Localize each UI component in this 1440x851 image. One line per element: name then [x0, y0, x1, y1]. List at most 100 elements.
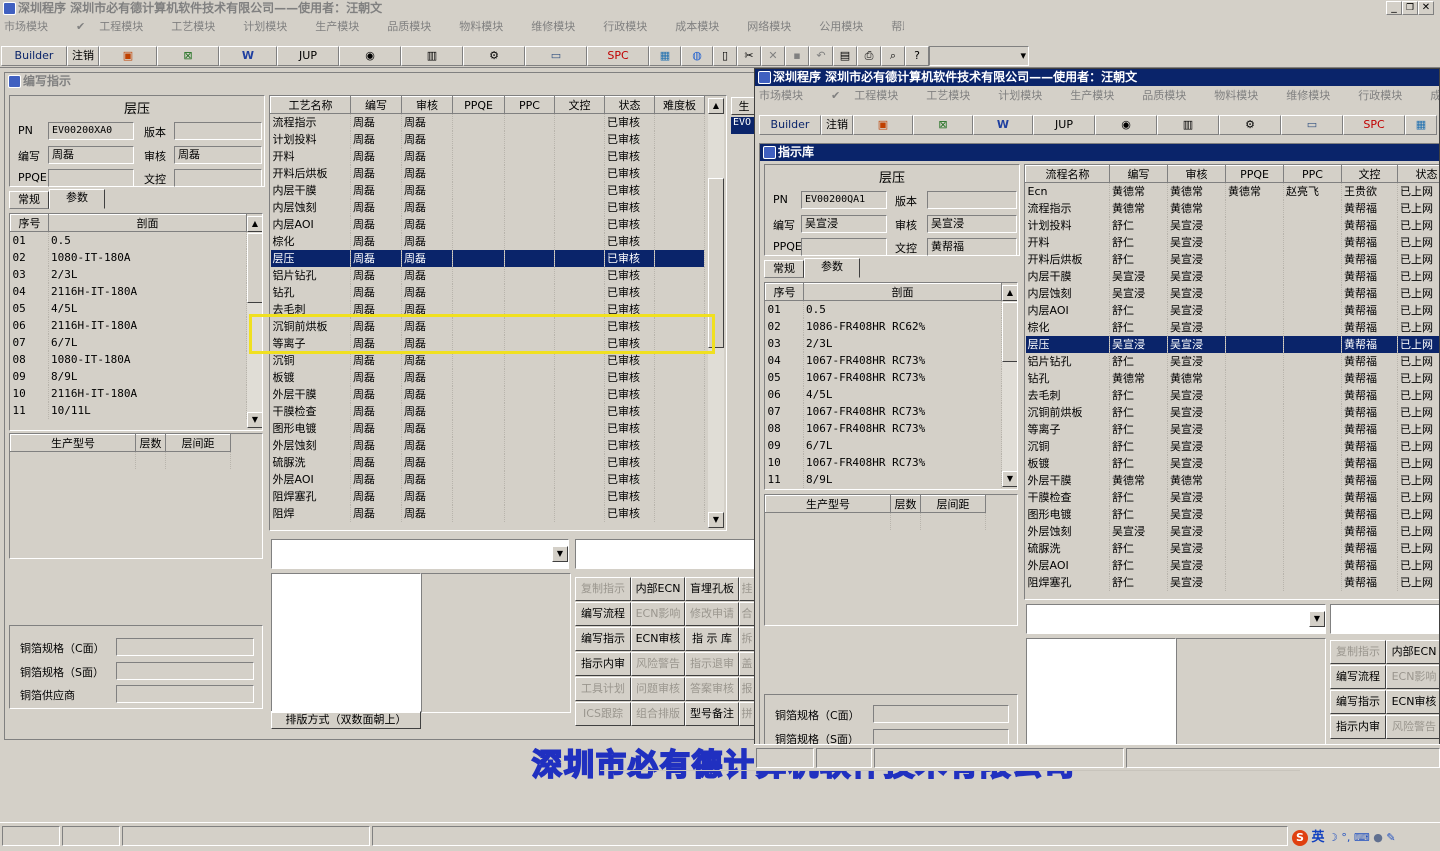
column-header[interactable]: 工艺名称 — [270, 96, 351, 114]
column-header[interactable]: 剖面 — [803, 283, 1002, 301]
table-row[interactable]: 外层干膜 黄德常 黄德常 黄帮福 已上网 — [1025, 471, 1439, 489]
action-button[interactable]: 修改申请 — [685, 602, 739, 626]
table-row[interactable]: 硫脲洗 周磊 周磊 已审核 — [270, 453, 705, 471]
menu-item[interactable]: 维修模块 — [531, 18, 589, 36]
table-row[interactable]: 09 8/9L — [10, 367, 247, 385]
table-row[interactable]: 内层AOI 舒仁 吴宣浸 黄帮福 已上网 — [1025, 301, 1439, 319]
table-row[interactable]: 阻焊塞孔 周磊 周磊 已审核 — [270, 487, 705, 505]
audit-field[interactable]: 吴宣浸 — [927, 215, 1017, 233]
action-button[interactable]: 编写流程 — [1330, 665, 1386, 689]
column-header[interactable]: 序号 — [10, 214, 49, 232]
find-icon[interactable]: ⌕ — [881, 46, 905, 66]
globe-icon[interactable]: ◍ — [681, 46, 713, 66]
table-row[interactable]: 开料后烘板 周磊 周磊 已审核 — [270, 164, 705, 182]
table-row[interactable]: 沉铜 舒仁 吴宣浸 黄帮福 已上网 — [1025, 437, 1439, 455]
action-button[interactable]: 组合排版 — [631, 702, 685, 726]
action-button[interactable]: 合 — [739, 602, 755, 626]
spc-button[interactable]: SPC — [1343, 115, 1405, 135]
table-row[interactable]: 01 0.5 — [10, 231, 247, 249]
copper-c-field[interactable] — [873, 705, 1009, 723]
logout-button[interactable]: 注销 — [821, 115, 853, 135]
pn-field[interactable]: EV00200QA1 — [801, 191, 887, 209]
action-button[interactable]: 指示内审 — [575, 652, 631, 676]
table-row[interactable]: 计划投料 周磊 周磊 已审核 — [270, 130, 705, 148]
logout-button[interactable]: 注销 — [67, 46, 99, 66]
table-row[interactable]: 内层AOI 周磊 周磊 已审核 — [270, 215, 705, 233]
table-row[interactable]: 内层蚀刻 周磊 周磊 已审核 — [270, 198, 705, 216]
menu-item[interactable]: 工艺模块 — [926, 87, 984, 105]
doc-control-field[interactable]: 黄帮福 — [927, 238, 1017, 256]
doc-control-field[interactable] — [174, 169, 262, 187]
action-button[interactable]: 风险警告 — [1386, 715, 1439, 739]
table-row[interactable]: 外层干膜 周磊 周磊 已审核 — [270, 385, 705, 403]
table-row[interactable]: 阻焊塞孔 舒仁 吴宣浸 黄帮福 已上网 — [1025, 573, 1439, 591]
table-row[interactable]: 09 6/7L — [765, 436, 1002, 454]
ppqe-field[interactable] — [801, 238, 887, 256]
table-row[interactable]: 外层AOI 舒仁 吴宣浸 黄帮福 已上网 — [1025, 556, 1439, 574]
table-row[interactable]: 板镀 周磊 周磊 已审核 — [270, 368, 705, 386]
menu-item[interactable]: 市场模块 — [4, 18, 62, 36]
spc-button[interactable]: SPC — [587, 46, 649, 66]
table-row[interactable]: 沉铜 周磊 周磊 已审核 — [270, 351, 705, 369]
table-row[interactable]: 铝片钻孔 舒仁 吴宣浸 黄帮福 已上网 — [1025, 352, 1439, 370]
table-row[interactable]: 干膜检查 周磊 周磊 已审核 — [270, 402, 705, 420]
database-icon[interactable]: ▥ — [401, 46, 463, 66]
print-icon[interactable]: ⎙ — [857, 46, 881, 66]
ppqe-field[interactable] — [48, 169, 134, 187]
action-button[interactable]: ECN影响 — [631, 602, 685, 626]
table-row[interactable]: 02 1080-IT-180A — [10, 248, 247, 266]
version-field[interactable] — [927, 191, 1017, 209]
table-row[interactable]: 沉铜前烘板 舒仁 吴宣浸 黄帮福 已上网 — [1025, 403, 1439, 421]
scroll-up-arrow[interactable]: ▲ — [1002, 285, 1017, 301]
moon-icon[interactable]: ☽ — [1328, 831, 1338, 844]
table-row[interactable]: 06 2116H-IT-180A — [10, 316, 247, 334]
column-header[interactable]: 难度板 — [654, 96, 705, 114]
scroll-down-arrow[interactable]: ▼ — [1002, 471, 1017, 487]
eye-icon[interactable]: ◉ — [1095, 115, 1157, 135]
table-row[interactable]: 硫脲洗 舒仁 吴宣浸 黄帮福 已上网 — [1025, 539, 1439, 557]
table-row[interactable]: 03 2/3L — [765, 334, 1002, 352]
sogou-icon[interactable]: S — [1292, 830, 1308, 846]
column-header[interactable]: 层数 — [135, 434, 166, 452]
table-row[interactable]: 图形电镀 周磊 周磊 已审核 — [270, 419, 705, 437]
undo-icon[interactable]: ↶ — [809, 46, 833, 66]
sort-mode-button[interactable]: 排版方式（双数面朝上） — [271, 711, 421, 729]
action-button[interactable]: 指示退审 — [685, 652, 739, 676]
column-header[interactable]: 剖面 — [48, 214, 247, 232]
menu-item[interactable]: 市场模块 — [759, 87, 817, 105]
table-row[interactable]: 01 0.5 — [765, 300, 1002, 318]
table-row[interactable]: 开料 舒仁 吴宣浸 黄帮福 已上网 — [1025, 233, 1439, 251]
table-row[interactable]: 02 1086-FR408HR RC62% — [765, 317, 1002, 335]
action-button[interactable]: 问题审核 — [631, 677, 685, 701]
action-button[interactable]: ECN审核 — [1386, 690, 1439, 714]
writer-field[interactable]: 吴宣浸 — [801, 215, 887, 233]
menu-item[interactable]: 成本模块 — [1430, 87, 1439, 105]
column-header[interactable]: 状态 — [604, 96, 655, 114]
table-row[interactable]: 内层蚀刻 吴宣浸 吴宣浸 黄帮福 已上网 — [1025, 284, 1439, 302]
computer-icon[interactable]: ▭ — [1281, 115, 1343, 135]
toolbar-combo[interactable]: ▾ — [929, 46, 1029, 66]
column-header[interactable]: 审核 — [401, 96, 453, 114]
menu-item[interactable]: 成本模块 — [675, 18, 733, 36]
jup-button[interactable]: JUP — [277, 46, 339, 66]
restore-button[interactable]: ❐ — [1402, 1, 1418, 15]
column-header[interactable]: 文控 — [1341, 165, 1398, 183]
excel-icon[interactable]: ⊠ — [157, 46, 219, 66]
combo-arrow[interactable]: ▼ — [552, 546, 568, 562]
action-button[interactable]: 工具计划 — [575, 677, 631, 701]
keyboard-icon[interactable]: ⌨ — [1354, 831, 1370, 844]
column-header[interactable]: 编写 — [350, 96, 402, 114]
layer-scrollbar[interactable]: ▲ ▼ — [1002, 285, 1017, 487]
menu-item[interactable]: 生产模块 — [1070, 87, 1128, 105]
library-combo[interactable]: ▼ — [1026, 604, 1326, 634]
report-icon[interactable]: ▣ — [99, 46, 157, 66]
column-header[interactable]: 流程名称 — [1025, 165, 1110, 183]
table-row[interactable]: 钻孔 周磊 周磊 已审核 — [270, 283, 705, 301]
action-button[interactable]: 指示内审 — [1330, 715, 1386, 739]
table-row[interactable]: 图形电镀 舒仁 吴宣浸 黄帮福 已上网 — [1025, 505, 1439, 523]
word-icon[interactable]: W — [219, 46, 277, 66]
table-row[interactable]: 阻焊 周磊 周磊 已审核 — [270, 504, 705, 522]
preview-icon[interactable]: ▤ — [833, 46, 857, 66]
table-row[interactable]: 11 8/9L — [765, 470, 1002, 488]
menu-item[interactable]: 维修模块 — [1286, 87, 1344, 105]
